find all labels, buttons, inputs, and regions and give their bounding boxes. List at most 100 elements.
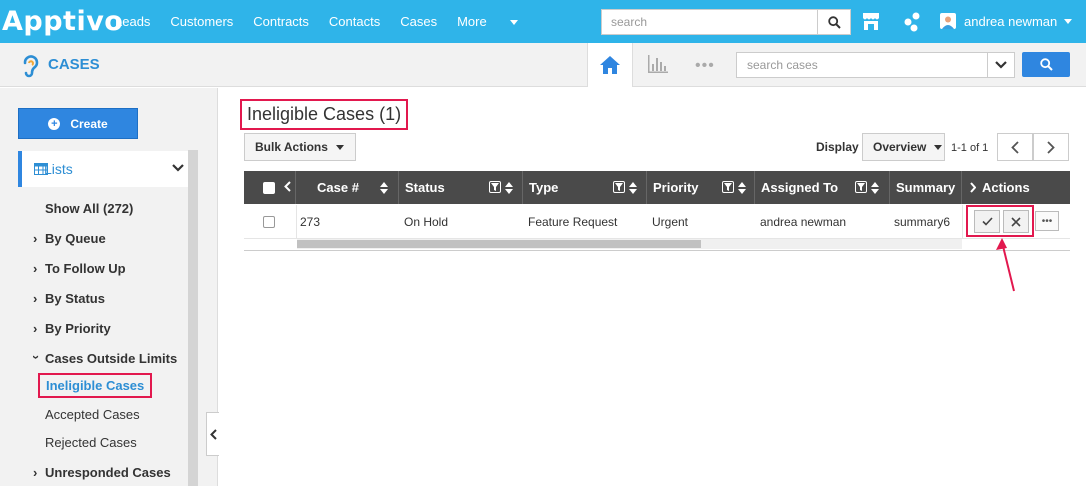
filter-icon[interactable] [722,181,734,193]
nav-contracts[interactable]: Contracts [253,14,309,29]
cases-search-input[interactable]: search cases [736,52,988,78]
create-button[interactable]: + Create [18,108,138,139]
home-icon [600,56,620,74]
store-icon[interactable] [862,12,880,31]
chevron-left-icon[interactable] [284,181,291,192]
select-all-checkbox[interactable] [263,182,275,194]
nav-cases[interactable]: Cases [400,14,437,29]
display-view-select[interactable]: Overview [862,133,945,161]
cell-type: Feature Request [528,215,618,229]
list-table-icon [34,163,48,175]
more-options-icon[interactable]: ••• [695,57,715,75]
cell-assigned-to: andrea newman [760,215,847,229]
app-title: CASES [48,56,100,73]
accept-button[interactable] [974,210,1000,233]
sidebar-item-label: Cases Outside Limits [45,351,178,366]
sidebar: + Create Lists Show All (272) › By Queue … [0,88,218,486]
cases-search-dropdown[interactable] [987,52,1015,78]
chevron-down-icon [934,144,943,150]
sidebar-item-by-priority[interactable]: › By Priority [33,321,111,336]
chevron-down-icon: › [29,355,44,360]
sidebar-item-label: Unresponded Cases [45,465,171,480]
column-label: Case # [317,180,359,195]
user-name: andrea newman [964,13,1058,29]
nav-leads[interactable]: Leads [115,14,150,29]
sidebar-item-by-queue[interactable]: › By Queue [33,231,106,246]
sidebar-scrollbar[interactable] [188,150,198,486]
create-label: Create [70,116,108,131]
sidebar-item-label: By Priority [45,321,111,336]
nav-contacts[interactable]: Contacts [329,14,380,29]
home-tab[interactable] [587,43,633,87]
nav-more[interactable]: More [457,14,518,29]
user-menu[interactable]: andrea newman [940,13,1073,29]
bulk-actions-button[interactable]: Bulk Actions [244,133,356,161]
nav-customers[interactable]: Customers [170,14,233,29]
column-label: Actions [982,180,1030,195]
annotation-arrow [996,238,1015,292]
column-label: Assigned To [761,180,839,195]
collapse-sidebar-button[interactable] [206,412,219,456]
sidebar-item-unresponded-cases[interactable]: › Unresponded Cases [33,465,171,480]
sidebar-item-ineligible-cases[interactable]: Ineligible Cases [38,373,153,398]
chevron-right-icon: › [33,261,38,276]
chevron-right-icon: › [33,465,38,480]
next-page-button[interactable] [1033,133,1069,161]
column-header-status[interactable]: Status [399,171,523,204]
row-checkbox[interactable] [263,216,275,228]
filter-icon[interactable] [613,181,625,193]
chevron-right-icon: › [33,291,38,306]
row-more-actions-button[interactable]: ••• [1035,211,1059,231]
sidebar-item-label: By Queue [45,231,106,246]
cell-case-number[interactable]: 273 [300,215,320,229]
chevron-right-icon [1047,140,1055,154]
reject-button[interactable] [1003,210,1029,233]
lists-section-header[interactable]: Lists [18,151,188,187]
sidebar-item-rejected-cases[interactable]: Rejected Cases [45,435,137,450]
search-icon [1039,58,1053,71]
column-header-case-number[interactable]: Case # [296,171,399,204]
sort-icon[interactable] [380,182,388,194]
sort-icon[interactable] [629,182,637,194]
previous-page-button[interactable] [997,133,1033,161]
sidebar-item-to-follow-up[interactable]: › To Follow Up [33,261,126,276]
sort-icon[interactable] [871,182,879,194]
page-title: Ineligible Cases (1) [240,99,409,130]
column-label: Status [405,180,445,195]
column-label: Summary [896,180,956,195]
apptivo-logo[interactable]: Apptivo [2,6,123,37]
column-header-type[interactable]: Type [523,171,647,204]
bar-chart-icon[interactable] [647,54,669,74]
app-header-bar: CASES ••• search cases [0,43,1086,87]
table-row[interactable]: 273 On Hold Feature Request Urgent andre… [244,205,1070,239]
top-navigation-bar: Apptivo Leads Customers Contracts Contac… [0,0,1086,43]
column-header-actions[interactable]: Actions [962,171,1070,204]
scrollbar-thumb[interactable] [297,240,701,248]
column-header-assigned-to[interactable]: Assigned To [755,171,890,204]
sidebar-item-by-status[interactable]: › By Status [33,291,105,306]
cell-priority: Urgent [652,215,689,229]
sidebar-item-cases-outside-limits[interactable]: ›Cases Outside Limits [29,351,178,366]
sort-icon[interactable] [738,182,746,194]
sidebar-item-show-all[interactable]: Show All (272) [45,201,133,216]
bulk-actions-label: Bulk Actions [255,140,328,154]
sidebar-item-accepted-cases[interactable]: Accepted Cases [45,407,140,422]
support-ear-icon [23,55,39,78]
cell-status: On Hold [404,215,449,229]
chevron-down-icon [335,144,344,150]
chevron-right-icon: › [33,231,38,246]
sidebar-item-label: To Follow Up [45,261,126,276]
filter-icon[interactable] [489,181,501,193]
column-header-summary[interactable]: Summary [890,171,962,204]
sort-icon[interactable] [505,182,513,194]
column-header-priority[interactable]: Priority [647,171,755,204]
apps-icon[interactable] [903,12,921,32]
global-search-input[interactable]: search [601,9,818,35]
chevron-down-icon [995,61,1007,69]
cases-search-button[interactable] [1022,52,1070,77]
chevron-right-icon[interactable] [970,182,976,193]
filter-icon[interactable] [855,181,867,193]
column-label: Type [529,180,559,195]
global-search-button[interactable] [818,9,851,35]
chevron-left-icon [1011,140,1019,154]
